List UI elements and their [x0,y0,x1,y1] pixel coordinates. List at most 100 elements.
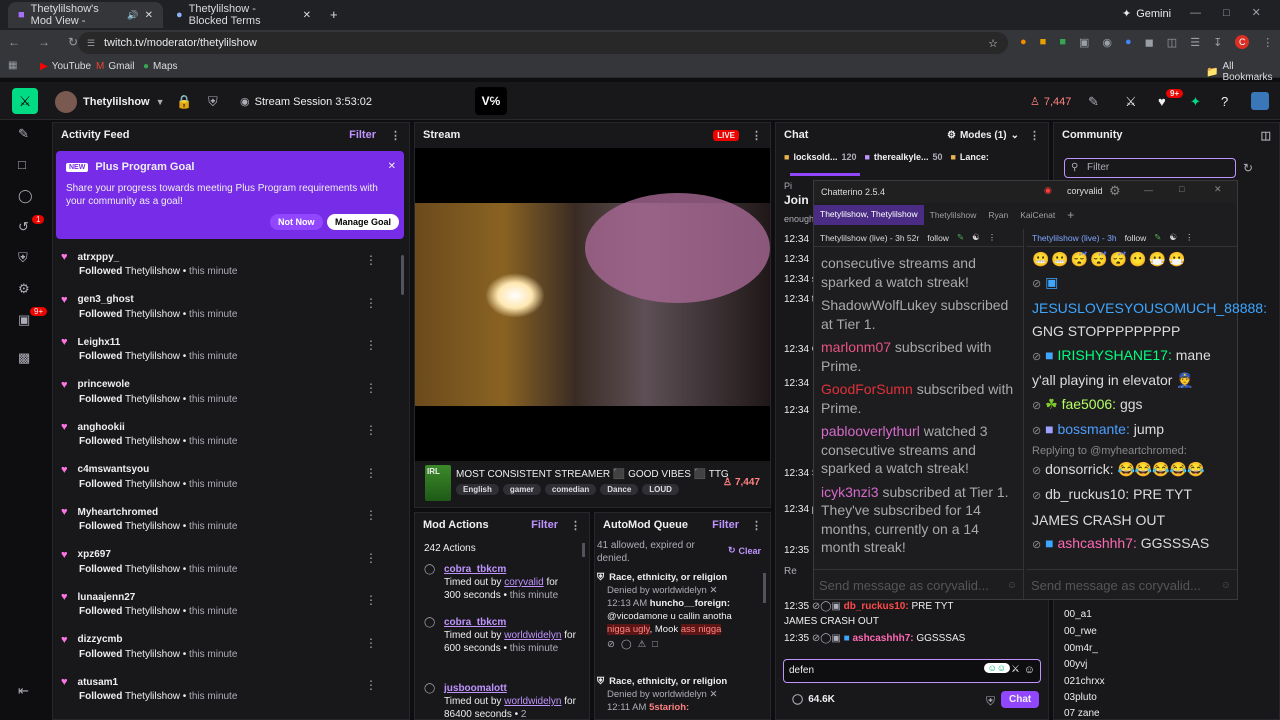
action-target-user[interactable]: jusboomalott [444,683,507,694]
chat-username[interactable]: IRISHYSHANE17: [1057,347,1171,363]
scrollbar[interactable] [763,573,766,603]
close-tab-icon[interactable]: ✕ [145,10,153,21]
chat-input[interactable]: defen ☺☺ ⚔ ☺ [783,659,1041,683]
settings-gear-icon[interactable]: ⚙ [1109,183,1121,199]
more-icon[interactable]: ⋮ [751,129,762,142]
queue-icon[interactable]: ▣ [18,312,30,328]
more-icon[interactable]: ⋮ [390,129,401,142]
feed-username[interactable]: dizzycmb [78,634,123,645]
new-tab-button[interactable]: + [330,7,338,22]
more-icon[interactable]: ⋮ [988,232,997,243]
chatterino-input-left[interactable]: Send message as coryvalid... ☺ [814,569,1023,599]
chat-username[interactable]: ashcashhh7: [852,633,913,644]
timeout-icon[interactable]: ⊘ [1032,278,1041,290]
more-icon[interactable]: ⋮ [1029,129,1040,142]
gemini-button[interactable]: ✦ Gemini [1122,7,1171,21]
browser-tab-mod-view[interactable]: ■ Thetylilshow's Mod View - 🔊 ✕ [8,2,163,28]
chat-username[interactable]: JESUSLOVESYOUSOMUCH_88888: [1032,300,1267,316]
feed-username[interactable]: anghookii [78,422,125,433]
more-icon[interactable]: ⋮ [365,636,377,650]
more-icon[interactable]: ⋮ [365,423,377,437]
video-player[interactable] [415,148,770,461]
more-icon[interactable]: ⋮ [365,296,377,310]
action-target-user[interactable]: cobra_tbkcm [444,617,506,628]
scrollbar[interactable] [401,255,404,295]
filter-button[interactable]: Filter [531,519,558,531]
site-info-icon[interactable]: ☰ [87,38,95,49]
more-icon[interactable]: ⋮ [365,381,377,395]
clear-button[interactable]: ↻ Clear [728,545,761,556]
community-search-input[interactable]: ⚲ Filter [1064,158,1236,178]
deny-icon[interactable]: ⊘ [607,638,615,651]
extension-icon[interactable]: ◉ [1102,36,1112,49]
emoji-icon[interactable]: ☺ [1221,580,1231,591]
media-icon[interactable]: ☰ [1190,36,1200,49]
chat-username[interactable]: donsorrick: [1045,461,1113,477]
refresh-icon[interactable]: ↻ [1243,161,1253,175]
pen-icon[interactable]: ✎ [18,126,29,142]
feed-username[interactable]: Leighx11 [78,337,121,348]
chrome-menu-icon[interactable]: ⋮ [1262,36,1273,49]
feed-username[interactable]: atrxppy_ [78,252,120,263]
category-thumbnail[interactable]: IRL [425,465,451,501]
mod-icons[interactable]: ⊘◯▣ [812,601,841,612]
system-user[interactable]: GoodForSumn [821,381,913,397]
follow-button[interactable]: follow [1125,233,1147,243]
maximize-icon[interactable]: □ [1223,7,1230,19]
tag[interactable]: English [456,484,499,495]
chat-username[interactable]: ashcashhh7: [1057,535,1136,551]
minimize-icon[interactable]: — [1144,185,1153,195]
action-target-user[interactable]: cobra_tbkcm [444,564,506,575]
warning-icon[interactable]: ⚠ [638,638,647,651]
profile-avatar[interactable]: C [1235,35,1250,49]
feed-username[interactable]: lunaajenn27 [78,592,136,603]
follow-button[interactable]: follow [927,233,949,243]
tag[interactable]: gamer [502,484,541,495]
community-user[interactable]: 00yvj [1064,659,1087,670]
more-icon[interactable]: ⋮ [1185,232,1194,243]
close-icon[interactable]: ✕ [1214,184,1222,195]
extension-icon[interactable]: ● [1020,36,1027,48]
feed-username[interactable]: atusam1 [78,677,119,688]
chat-username[interactable]: bossmante: [1057,421,1129,437]
action-moderator[interactable]: coryvalid [504,577,543,588]
bookmark-maps[interactable]: ● Maps [143,61,178,72]
chatterino-tab[interactable]: Thetylilshow, Thetylilshow [814,205,924,225]
community-user[interactable]: 021chrxx [1064,676,1105,687]
automod-user[interactable]: 5starioh: [649,702,689,713]
chatterino-tab[interactable]: Thetylilshow [924,206,983,224]
filter-button[interactable]: Filter [349,129,376,141]
sword-icon[interactable]: ⚔ [1125,94,1137,110]
emote-suggest-icon[interactable]: ☺☺ [983,663,1010,673]
action-moderator[interactable]: worldwidelyn [504,630,561,641]
sword-icon[interactable]: ⚔ [1011,664,1020,675]
timeout-icon[interactable]: ⊘ [1032,400,1041,412]
more-icon[interactable]: ⋮ [570,519,581,532]
forward-icon[interactable]: → [38,35,50,49]
chatterino-tab[interactable]: KaiCenat [1014,206,1061,224]
users-icon[interactable]: ☯ [972,232,980,243]
more-icon[interactable]: ⋮ [365,466,377,480]
mod-sword-icon[interactable]: ✎ [1154,232,1161,243]
chat-username[interactable]: db_ruckus10: [844,601,909,612]
channel-points[interactable]: ◯ 64.6K [792,694,835,705]
leader-user[interactable]: locksold... [793,152,837,162]
community-user[interactable]: 00m4r_ [1064,643,1098,654]
shield-icon[interactable]: ⛨ [208,94,218,110]
close-icon[interactable]: ✕ [709,689,717,700]
lock-icon[interactable]: 🔒 [176,94,192,110]
timeout-icon[interactable]: ◯ [621,638,632,651]
automod-icon[interactable]: ⚙ [18,281,30,297]
emoji-icon[interactable]: ☺ [1007,580,1017,591]
minimize-icon[interactable]: — [1190,7,1201,19]
close-icon[interactable]: ✕ [709,585,717,596]
manage-goal-button[interactable]: Manage Goal [327,214,400,230]
leader-user[interactable]: Lance: [960,152,989,162]
users-icon[interactable]: ☯ [1169,232,1177,243]
sidebar-toggle-icon[interactable]: ◫ [1261,129,1271,142]
close-icon[interactable]: ✕ [388,161,396,172]
system-user[interactable]: icyk3nzi3 [821,484,879,500]
video-icon[interactable]: ▩ [18,350,30,366]
shield-icon[interactable]: ⛨ [18,250,28,266]
more-icon[interactable]: ⋮ [751,519,762,532]
